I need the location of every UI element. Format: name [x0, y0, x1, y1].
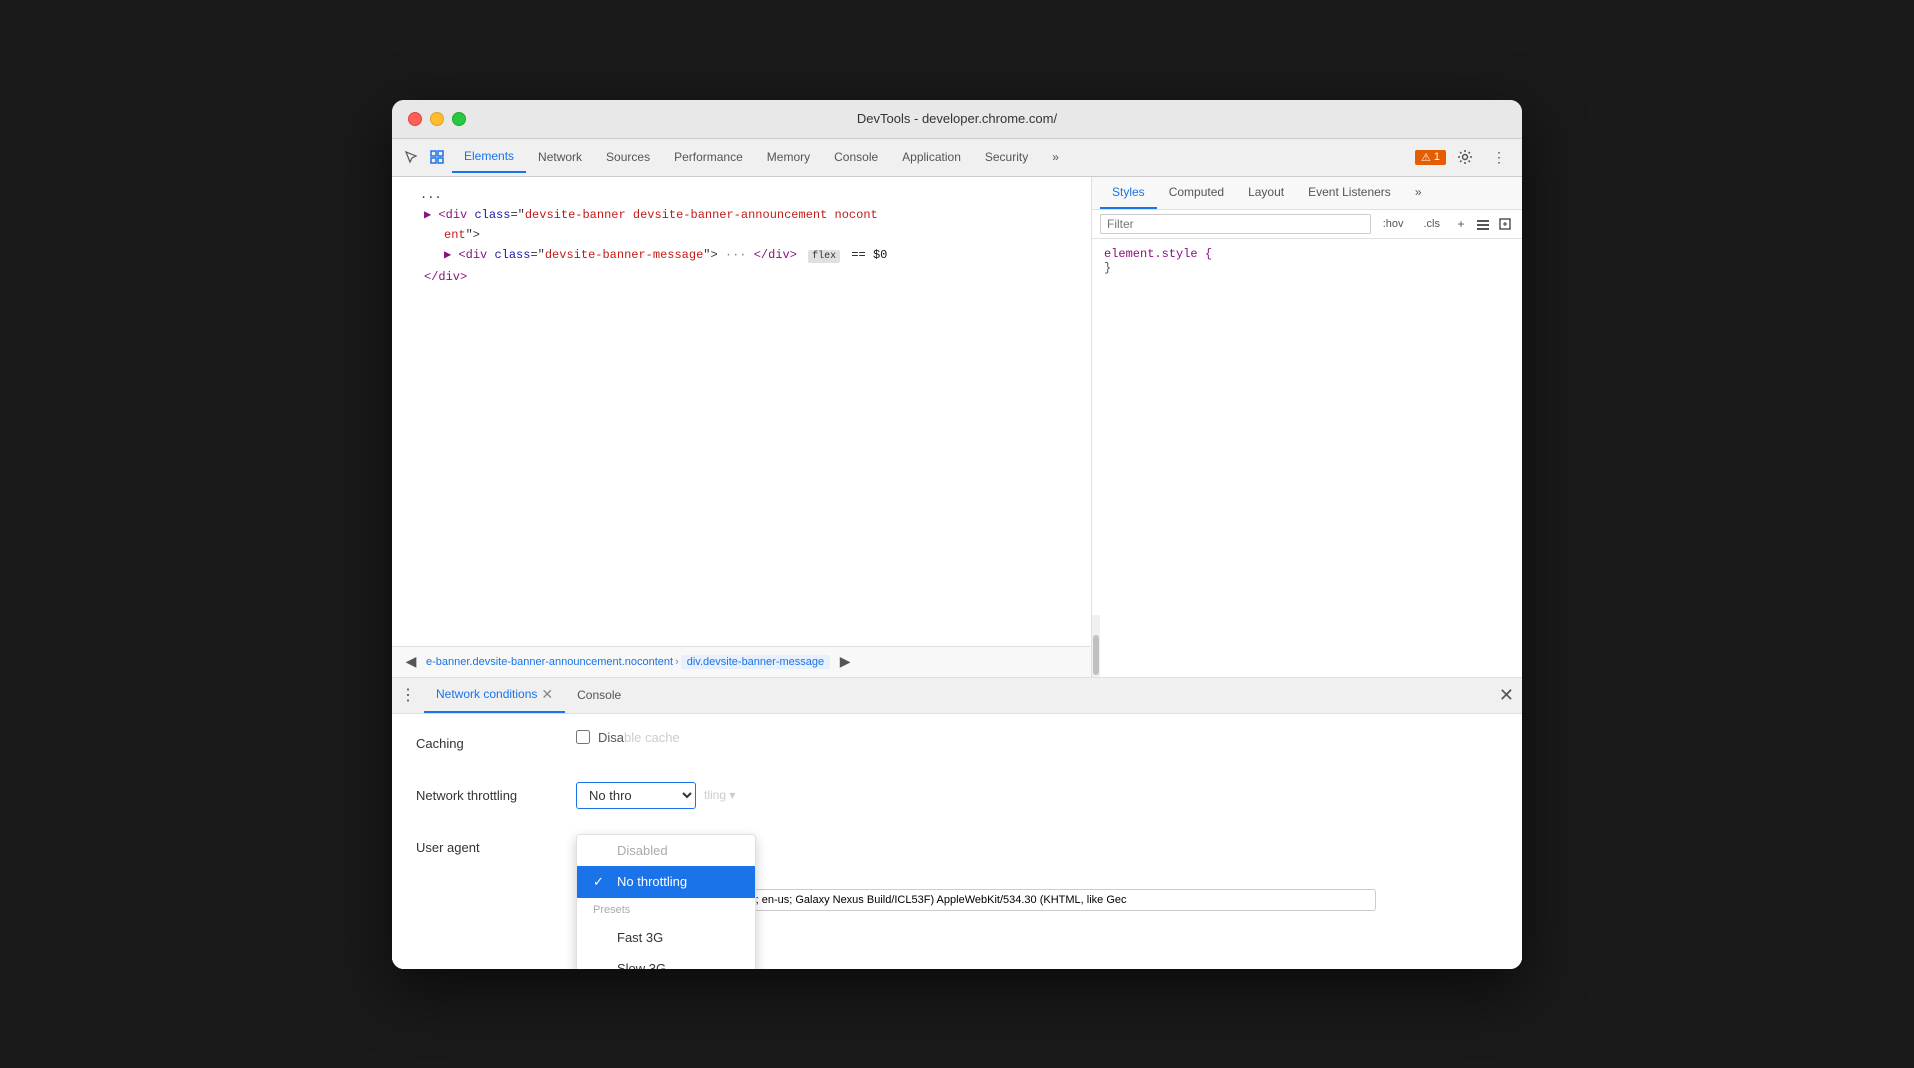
devtools-main: ... ▶ <div class="devsite-banner devsite… [392, 177, 1522, 677]
cursor-icon[interactable] [400, 146, 422, 168]
title-bar: DevTools - developer.chrome.com/ [392, 100, 1522, 139]
devtools-tab-bar: Elements Network Sources Performance Mem… [392, 139, 1522, 177]
drawer-close-button[interactable]: ✕ [1499, 685, 1514, 706]
styles-rule-element: element.style { } [1104, 247, 1510, 275]
dropdown-item-no-throttling[interactable]: ✓ No throttling [577, 866, 755, 898]
dom-line-4: </div> [404, 267, 1079, 287]
toggle-style-icon[interactable] [1474, 215, 1492, 233]
network-throttling-label: Network throttling [416, 782, 576, 803]
minimize-button[interactable] [430, 112, 444, 126]
drawer-more-icon[interactable]: ⋮ [400, 685, 416, 705]
breadcrumb-item-2[interactable]: div.devsite-banner-message [681, 655, 830, 669]
styles-tab-bar: Styles Computed Layout Event Listeners » [1092, 177, 1522, 210]
tab-sources[interactable]: Sources [594, 142, 662, 172]
tab-performance[interactable]: Performance [662, 142, 755, 172]
caching-label: Caching [416, 730, 576, 751]
dropdown-item-disabled: Disabled [577, 835, 755, 866]
tab-styles-more[interactable]: » [1403, 177, 1434, 209]
tab-event-listeners[interactable]: Event Listeners [1296, 177, 1403, 209]
devtools-body: Elements Network Sources Performance Mem… [392, 139, 1522, 969]
network-throttling-row: Network throttling No thro tling ▾ Disab… [416, 782, 1498, 814]
throttling-dropdown: Disabled ✓ No throttling Presets Fast 3G [576, 834, 756, 969]
dropdown-item-slow3g[interactable]: Slow 3G [577, 953, 755, 969]
tab-layout[interactable]: Layout [1236, 177, 1296, 209]
tab-styles[interactable]: Styles [1100, 177, 1157, 209]
breadcrumb-separator: › [675, 656, 679, 668]
tab-actions: ⚠ 1 ⋮ [1415, 146, 1514, 168]
drawer-tab-bar: ⋮ Network conditions ✕ Console ✕ [392, 678, 1522, 714]
styles-filter-input[interactable] [1100, 214, 1371, 234]
inspect-style-icon[interactable] [1496, 215, 1514, 233]
inspect-icon[interactable] [426, 146, 448, 168]
styles-content: element.style { } [1092, 239, 1522, 615]
hov-button[interactable]: :hov [1375, 216, 1412, 232]
tab-network[interactable]: Network [526, 142, 594, 172]
user-agent-label: User agent [416, 834, 576, 855]
breadcrumb-arrow-right[interactable]: ▶ [834, 651, 856, 673]
maximize-button[interactable] [452, 112, 466, 126]
dropdown-presets-header: Presets [577, 898, 755, 922]
styles-panel: Styles Computed Layout Event Listeners »… [1092, 177, 1522, 677]
tab-console[interactable]: Console [822, 142, 890, 172]
error-badge[interactable]: ⚠ 1 [1415, 150, 1446, 165]
styles-selector: element.style { [1104, 247, 1212, 261]
breadcrumb-arrow-left[interactable]: ◀ [400, 651, 422, 673]
devtools-window: DevTools - developer.chrome.com/ Element… [392, 100, 1522, 969]
network-conditions-panel: Caching Disable cache Network throttling… [392, 714, 1522, 969]
more-options-icon[interactable]: ⋮ [1488, 146, 1510, 168]
styles-rule-close: } [1104, 261, 1111, 275]
tab-more[interactable]: » [1040, 142, 1071, 172]
tab-computed[interactable]: Computed [1157, 177, 1236, 209]
tab-security[interactable]: Security [973, 142, 1040, 172]
right-scrollbar[interactable] [1092, 615, 1100, 677]
dom-line-2b: ent"> [404, 225, 1079, 245]
network-throttling-select[interactable]: No thro [576, 782, 696, 809]
cls-button[interactable]: .cls [1416, 216, 1449, 232]
network-throttling-control: No thro tling ▾ [576, 782, 1498, 809]
tab-elements[interactable]: Elements [452, 141, 526, 173]
breadcrumb-item-1[interactable]: e-banner.devsite-banner-announcement.noc… [426, 656, 673, 668]
bottom-drawer: ⋮ Network conditions ✕ Console ✕ Caching [392, 677, 1522, 969]
window-title: DevTools - developer.chrome.com/ [857, 111, 1057, 126]
caching-checkbox-label: Disable cache [598, 730, 680, 745]
close-button[interactable] [408, 112, 422, 126]
caching-row: Caching Disable cache [416, 730, 1498, 762]
dom-panel: ... ▶ <div class="devsite-banner devsite… [392, 177, 1092, 677]
drawer-tab-close-network[interactable]: ✕ [541, 686, 553, 703]
scrollbar-thumb[interactable] [1093, 635, 1099, 675]
drawer-tab-console[interactable]: Console [565, 680, 633, 710]
traffic-lights [408, 112, 466, 126]
tab-application[interactable]: Application [890, 142, 973, 172]
caching-checkbox[interactable] [576, 730, 590, 744]
check-icon: ✓ [593, 874, 609, 890]
throttling-extra: tling ▾ [704, 788, 735, 802]
dom-line-3[interactable]: ▶ <div class="devsite-banner-message"> ·… [404, 245, 1079, 267]
caching-control: Disable cache [576, 730, 1498, 745]
settings-icon[interactable] [1454, 146, 1476, 168]
add-style-icon[interactable]: + [1452, 215, 1470, 233]
dom-view: ... ▶ <div class="devsite-banner devsite… [392, 177, 1091, 646]
tab-memory[interactable]: Memory [755, 142, 822, 172]
styles-filter-bar: :hov .cls + [1092, 210, 1522, 239]
drawer-tab-network-conditions[interactable]: Network conditions ✕ [424, 678, 565, 713]
dom-line-1: ... [404, 185, 1079, 205]
breadcrumb: ◀ e-banner.devsite-banner-announcement.n… [392, 646, 1091, 677]
dom-line-2[interactable]: ▶ <div class="devsite-banner devsite-ban… [404, 205, 1079, 225]
dropdown-item-fast3g[interactable]: Fast 3G [577, 922, 755, 953]
